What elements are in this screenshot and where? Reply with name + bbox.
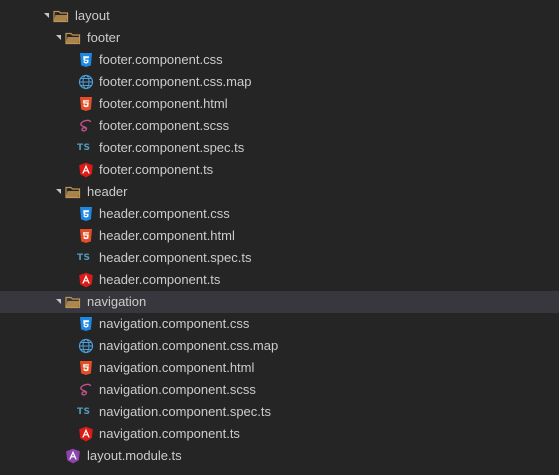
file-footer-component-scss[interactable]: footer.component.scss [0, 115, 559, 137]
source-map-globe-icon [78, 74, 94, 90]
file-navigation-component-spec-ts[interactable]: TS navigation.component.spec.ts [0, 401, 559, 423]
html5-icon [78, 228, 94, 244]
file-header-component-spec-ts[interactable]: TS header.component.spec.ts [0, 247, 559, 269]
chevron-down-icon[interactable] [54, 291, 64, 313]
folder-label: layout [75, 8, 110, 23]
file-layout-module-ts[interactable]: layout.module.ts [0, 445, 559, 467]
file-explorer-tree: layout footer footer.component.css footer.c… [0, 0, 559, 475]
file-footer-component-ts[interactable]: footer.component.ts [0, 159, 559, 181]
folder-label: header [87, 184, 128, 199]
css3-icon [78, 316, 94, 332]
file-label: navigation.component.spec.ts [99, 404, 271, 419]
folder-layout[interactable]: layout [0, 5, 559, 27]
file-label: footer.component.scss [99, 118, 230, 133]
file-label: footer.component.html [99, 96, 228, 111]
folder-label: navigation [87, 294, 147, 309]
html5-icon [78, 360, 94, 376]
file-header-component-ts[interactable]: header.component.ts [0, 269, 559, 291]
sass-icon [78, 382, 94, 398]
folder-open-icon [65, 30, 81, 46]
folder-open-icon [53, 8, 69, 24]
file-label: layout.module.ts [87, 448, 182, 463]
file-label: footer.component.css.map [99, 74, 252, 89]
file-navigation-component-scss[interactable]: navigation.component.scss [0, 379, 559, 401]
sass-icon [78, 118, 94, 134]
file-header-component-css[interactable]: header.component.css [0, 203, 559, 225]
file-label: footer.component.spec.ts [99, 140, 245, 155]
css3-icon [78, 206, 94, 222]
file-label: navigation.component.css [99, 316, 250, 331]
file-label: header.component.ts [99, 272, 221, 287]
typescript-icon: TS [77, 253, 91, 263]
css3-icon [78, 52, 94, 68]
file-label: footer.component.css [99, 52, 223, 67]
file-footer-component-html[interactable]: footer.component.html [0, 93, 559, 115]
angular-module-icon [65, 448, 81, 464]
file-label: header.component.html [99, 228, 235, 243]
chevron-right-icon [42, 467, 52, 475]
file-navigation-component-css[interactable]: navigation.component.css [0, 313, 559, 335]
file-label: navigation.component.scss [99, 382, 256, 397]
angular-icon [78, 162, 94, 178]
file-footer-component-css-map[interactable]: footer.component.css.map [0, 71, 559, 93]
file-label: navigation.component.html [99, 360, 255, 375]
folder-open-icon [65, 184, 81, 200]
file-footer-component-spec-ts[interactable]: TS footer.component.spec.ts [0, 137, 559, 159]
file-footer-component-css[interactable]: footer.component.css [0, 49, 559, 71]
cropped-row-below [0, 467, 559, 475]
file-navigation-component-html[interactable]: navigation.component.html [0, 357, 559, 379]
angular-icon [78, 272, 94, 288]
folder-footer[interactable]: footer [0, 27, 559, 49]
angular-icon [78, 426, 94, 442]
html5-icon [78, 96, 94, 112]
chevron-down-icon[interactable] [42, 5, 52, 27]
source-map-globe-icon [78, 338, 94, 354]
file-label: header.component.css [99, 206, 230, 221]
chevron-down-icon[interactable] [54, 27, 64, 49]
file-label: navigation.component.ts [99, 426, 240, 441]
folder-header[interactable]: header [0, 181, 559, 203]
file-label: footer.component.ts [99, 162, 214, 177]
cropped-row-above [0, 0, 559, 5]
chevron-down-icon[interactable] [54, 181, 64, 203]
folder-open-icon [65, 294, 81, 310]
file-navigation-component-css-map[interactable]: navigation.component.css.map [0, 335, 559, 357]
file-label: navigation.component.css.map [99, 338, 279, 353]
file-header-component-html[interactable]: header.component.html [0, 225, 559, 247]
file-label: header.component.spec.ts [99, 250, 252, 265]
folder-label: footer [87, 30, 121, 45]
typescript-icon: TS [77, 143, 91, 153]
typescript-icon: TS [77, 407, 91, 417]
file-navigation-component-ts[interactable]: navigation.component.ts [0, 423, 559, 445]
folder-navigation[interactable]: navigation [0, 291, 559, 313]
